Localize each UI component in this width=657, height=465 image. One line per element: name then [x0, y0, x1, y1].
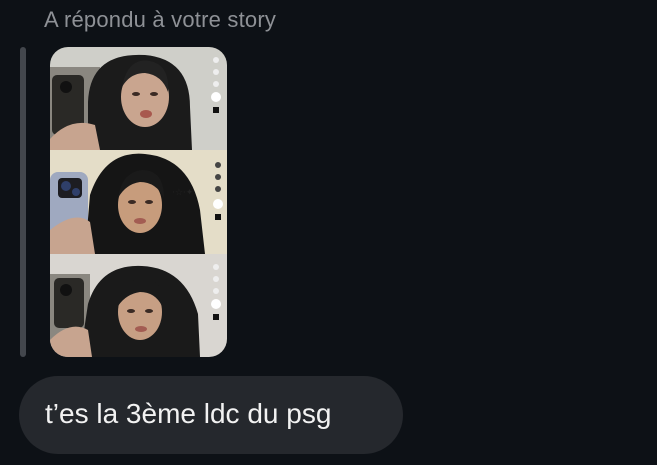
message-text: t’es la 3ème ldc du psg	[45, 398, 332, 429]
message-bubble[interactable]: t’es la 3ème ldc du psg	[19, 376, 403, 454]
story-photo-frame-1	[50, 47, 227, 150]
dm-thread-screen: A répondu à votre story ·☆·✦ t’es la 3èm…	[0, 0, 657, 465]
story-photo-frame-3	[50, 254, 227, 357]
story-reply-caption: A répondu à votre story	[44, 7, 277, 32]
svg-text:·☆·✦: ·☆·✦	[172, 188, 194, 198]
story-photo-frame-2: ·☆·✦	[50, 150, 227, 254]
reply-quote-bar	[20, 47, 26, 357]
story-preview-thumbnail[interactable]: ·☆·✦	[50, 47, 227, 357]
